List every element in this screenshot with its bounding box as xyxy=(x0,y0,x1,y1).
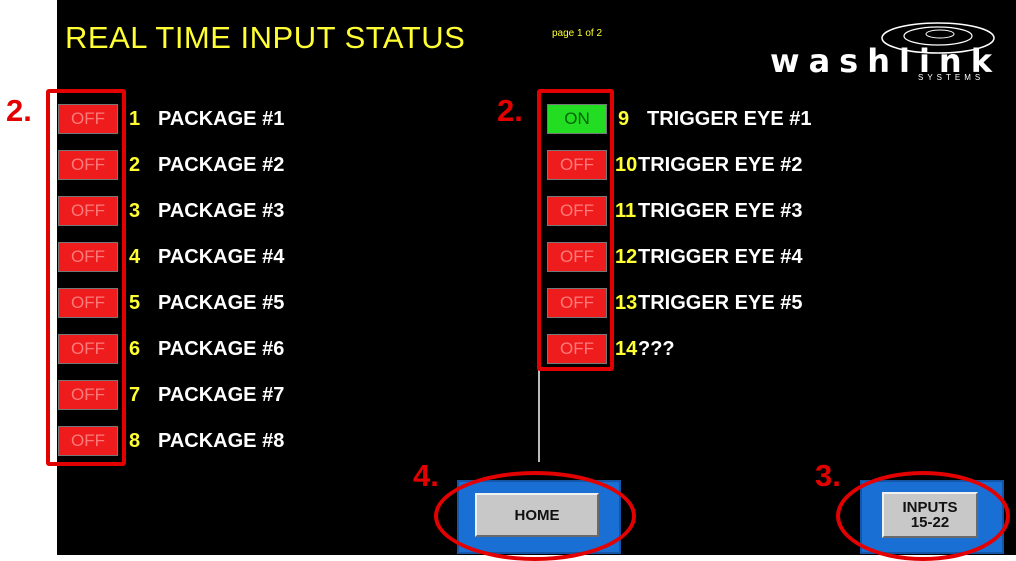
input-number: 2 xyxy=(129,154,141,176)
input-number: 1 xyxy=(129,108,141,130)
input-number: 10 xyxy=(615,154,638,176)
input-number: 12 xyxy=(615,246,638,268)
input-number: 11 xyxy=(615,200,637,222)
input-name: PACKAGE #2 xyxy=(158,154,285,176)
page-indicator: page 1 of 2 xyxy=(552,28,603,39)
annotation-box-left xyxy=(46,89,126,466)
input-number: 14 xyxy=(615,338,638,360)
annotation-box-right xyxy=(537,89,614,371)
annotation-ellipse-home xyxy=(434,471,636,561)
page-title: REAL TIME INPUT STATUS xyxy=(65,20,466,55)
input-name: PACKAGE #4 xyxy=(158,246,285,268)
input-name: PACKAGE #1 xyxy=(158,108,285,130)
input-name: PACKAGE #6 xyxy=(158,338,285,360)
input-name: TRIGGER EYE #3 xyxy=(638,200,803,222)
input-number: 4 xyxy=(129,246,141,268)
input-name: PACKAGE #7 xyxy=(158,384,285,406)
input-name: PACKAGE #8 xyxy=(158,430,285,452)
input-name: TRIGGER EYE #2 xyxy=(638,154,803,176)
input-name: TRIGGER EYE #1 xyxy=(647,108,812,130)
input-name: TRIGGER EYE #4 xyxy=(638,246,803,268)
input-number: 3 xyxy=(129,200,141,222)
input-number: 6 xyxy=(129,338,141,360)
annotation-label-2-left: 2. xyxy=(6,93,32,128)
input-name: ??? xyxy=(638,338,675,360)
annotation-ellipse-inputs xyxy=(836,471,1010,561)
input-name: TRIGGER EYE #5 xyxy=(638,292,803,314)
input-name: PACKAGE #5 xyxy=(158,292,285,314)
annotation-label-2-right: 2. xyxy=(497,93,523,128)
input-number: 9 xyxy=(618,108,630,130)
input-number: 13 xyxy=(615,292,638,314)
input-name: PACKAGE #3 xyxy=(158,200,285,222)
annotation-label-4: 4. xyxy=(413,458,439,493)
washlink-logo: washlink SYSTEMS xyxy=(770,10,1016,85)
annotation-label-3: 3. xyxy=(815,458,841,493)
input-number: 5 xyxy=(129,292,141,314)
input-number: 8 xyxy=(129,430,141,452)
logo-subtitle: SYSTEMS xyxy=(918,73,985,82)
input-number: 7 xyxy=(129,384,141,406)
column-divider xyxy=(538,362,540,462)
